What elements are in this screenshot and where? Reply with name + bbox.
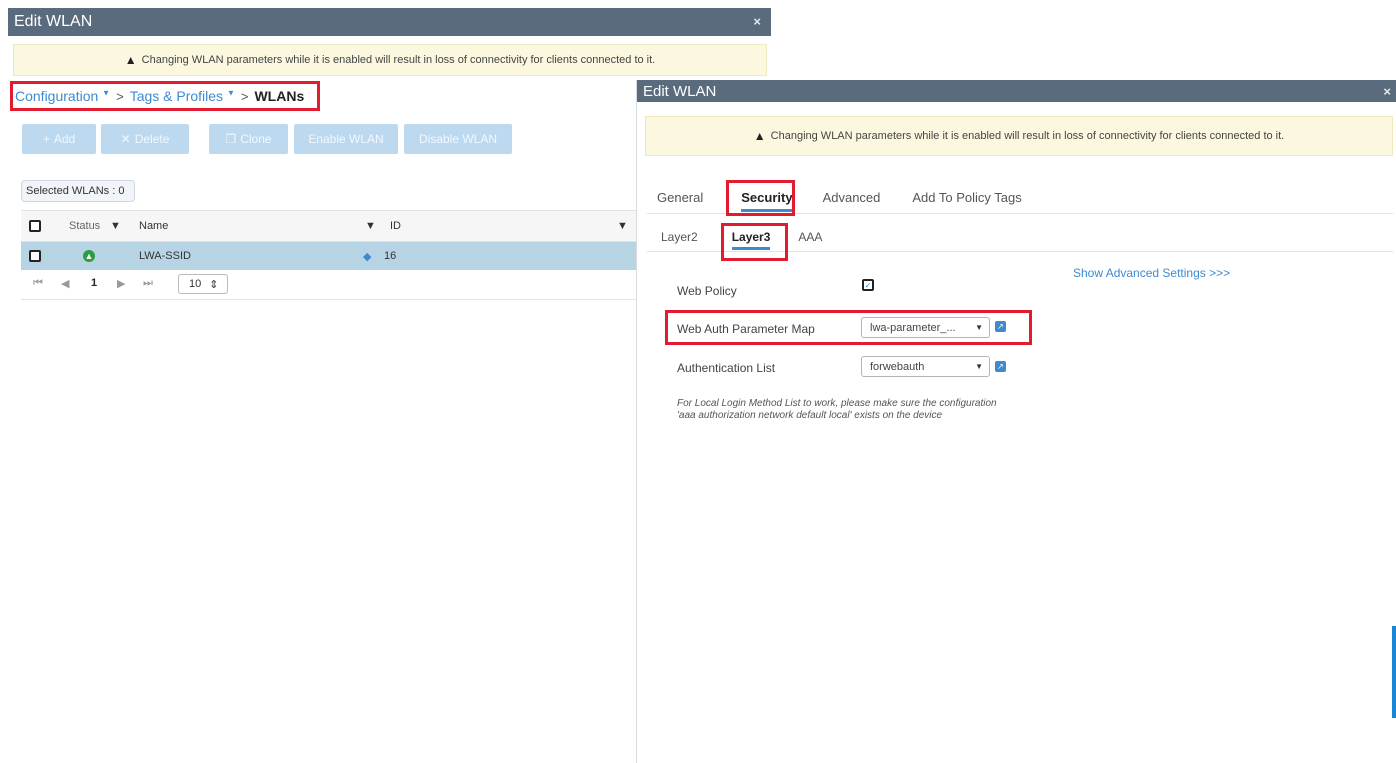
edit-wlan-window-front: Edit WLAN × ▲ Changing WLAN parameters w… bbox=[636, 80, 1396, 763]
next-page-icon[interactable]: ▶ bbox=[117, 277, 125, 290]
check-icon: ✓ bbox=[864, 280, 872, 290]
external-link-icon[interactable]: ↗ bbox=[995, 361, 1006, 372]
column-name[interactable]: Name bbox=[139, 211, 168, 241]
wlan-id: 16 bbox=[384, 250, 397, 262]
tab-advanced[interactable]: Advanced bbox=[811, 180, 893, 214]
filter-icon[interactable]: ▼ bbox=[365, 211, 376, 241]
auth-list-select[interactable]: forwebauth ▼ bbox=[861, 356, 990, 377]
main-tabs: General Security Advanced Add To Policy … bbox=[657, 180, 1034, 214]
breadcrumb-current: WLANs bbox=[254, 88, 305, 104]
disable-wlan-button[interactable]: Disable WLAN bbox=[404, 124, 512, 154]
add-button[interactable]: + Add bbox=[22, 124, 96, 154]
local-login-note: For Local Login Method List to work, ple… bbox=[677, 398, 997, 421]
table-row[interactable]: ▲ LWA-SSID ◆ 16 bbox=[21, 242, 636, 270]
web-auth-param-map-select[interactable]: lwa-parameter_... ▼ bbox=[861, 317, 990, 338]
plus-icon: + bbox=[42, 132, 50, 146]
highlight-layer3-tab bbox=[721, 223, 788, 261]
column-id[interactable]: ID bbox=[390, 211, 401, 241]
stepper-icon: ⇕ bbox=[209, 278, 219, 291]
select-all-checkbox[interactable] bbox=[29, 211, 41, 241]
window-titlebar: Edit WLAN × bbox=[637, 80, 1396, 102]
close-icon[interactable]: × bbox=[753, 14, 761, 29]
table-header: Status ▼ Name ▼ ID ▼ bbox=[21, 210, 636, 242]
warning-icon: ▲ bbox=[124, 53, 137, 67]
warning-icon: ▲ bbox=[753, 129, 766, 143]
delete-x-icon: ✕ bbox=[120, 132, 131, 146]
delete-button[interactable]: ✕ Delete bbox=[101, 124, 189, 154]
scrollbar-thumb[interactable] bbox=[1392, 626, 1396, 718]
breadcrumb-configuration[interactable]: Configuration ▼ bbox=[15, 88, 110, 104]
breadcrumb-separator: > bbox=[240, 88, 249, 104]
filter-icon[interactable]: ▼ bbox=[110, 211, 121, 241]
warning-banner: ▲ Changing WLAN parameters while it is e… bbox=[13, 44, 767, 76]
row-checkbox[interactable] bbox=[29, 242, 41, 270]
breadcrumb-separator: > bbox=[116, 88, 124, 104]
tag-icon: ◆ bbox=[363, 250, 372, 263]
wlan-name: LWA-SSID bbox=[139, 250, 191, 262]
web-policy-checkbox[interactable]: ✓ bbox=[862, 279, 874, 291]
highlight-security-tab bbox=[726, 180, 795, 216]
selected-count-badge: Selected WLANs : 0 bbox=[21, 180, 135, 202]
warning-text: Changing WLAN parameters while it is ena… bbox=[770, 130, 1285, 142]
close-icon[interactable]: × bbox=[1383, 84, 1391, 99]
chevron-down-icon: ▼ bbox=[102, 88, 111, 98]
web-auth-param-map-label: Web Auth Parameter Map bbox=[677, 322, 815, 336]
window-title: Edit WLAN bbox=[14, 13, 93, 30]
prev-page-icon[interactable]: ◀ bbox=[61, 277, 69, 290]
status-up-icon: ▲ bbox=[83, 250, 95, 262]
tab-layer2[interactable]: Layer2 bbox=[653, 222, 710, 252]
filter-icon[interactable]: ▼ bbox=[617, 211, 628, 241]
tab-add-to-policy-tags[interactable]: Add To Policy Tags bbox=[900, 180, 1033, 214]
current-page[interactable]: 1 bbox=[91, 277, 97, 289]
wlan-table: Status ▼ Name ▼ ID ▼ ▲ LWA-SSID ◆ 16 bbox=[21, 210, 636, 270]
page-size-select[interactable]: 10 ⇕ bbox=[178, 274, 228, 294]
external-link-icon[interactable]: ↗ bbox=[995, 321, 1006, 332]
first-page-icon[interactable]: ⏮ bbox=[33, 277, 43, 290]
pagination: ⏮ ◀ 1 ▶ ⏭ 10 ⇕ bbox=[21, 268, 636, 300]
show-advanced-settings-link[interactable]: Show Advanced Settings >>> bbox=[1073, 266, 1230, 280]
warning-text: Changing WLAN parameters while it is ena… bbox=[141, 54, 656, 66]
tab-aaa[interactable]: AAA bbox=[786, 222, 834, 252]
tab-general[interactable]: General bbox=[657, 180, 715, 214]
window-title: Edit WLAN bbox=[643, 82, 717, 100]
breadcrumb-tags-profiles[interactable]: Tags & Profiles ▼ bbox=[130, 88, 235, 104]
last-page-icon[interactable]: ⏭ bbox=[143, 277, 153, 290]
caret-down-icon: ▼ bbox=[975, 362, 983, 371]
caret-down-icon: ▼ bbox=[975, 323, 983, 332]
enable-wlan-button[interactable]: Enable WLAN bbox=[294, 124, 398, 154]
breadcrumb: Configuration ▼ > Tags & Profiles ▼ > WL… bbox=[10, 81, 320, 111]
window-titlebar: Edit WLAN × bbox=[8, 8, 771, 36]
warning-banner: ▲ Changing WLAN parameters while it is e… bbox=[645, 116, 1393, 156]
column-status[interactable]: Status bbox=[69, 211, 100, 241]
web-policy-label: Web Policy bbox=[677, 284, 737, 298]
clone-button[interactable]: ❐ Clone bbox=[209, 124, 288, 154]
copy-icon: ❐ bbox=[225, 132, 237, 146]
auth-list-label: Authentication List bbox=[677, 361, 776, 375]
chevron-down-icon: ▼ bbox=[226, 88, 235, 98]
